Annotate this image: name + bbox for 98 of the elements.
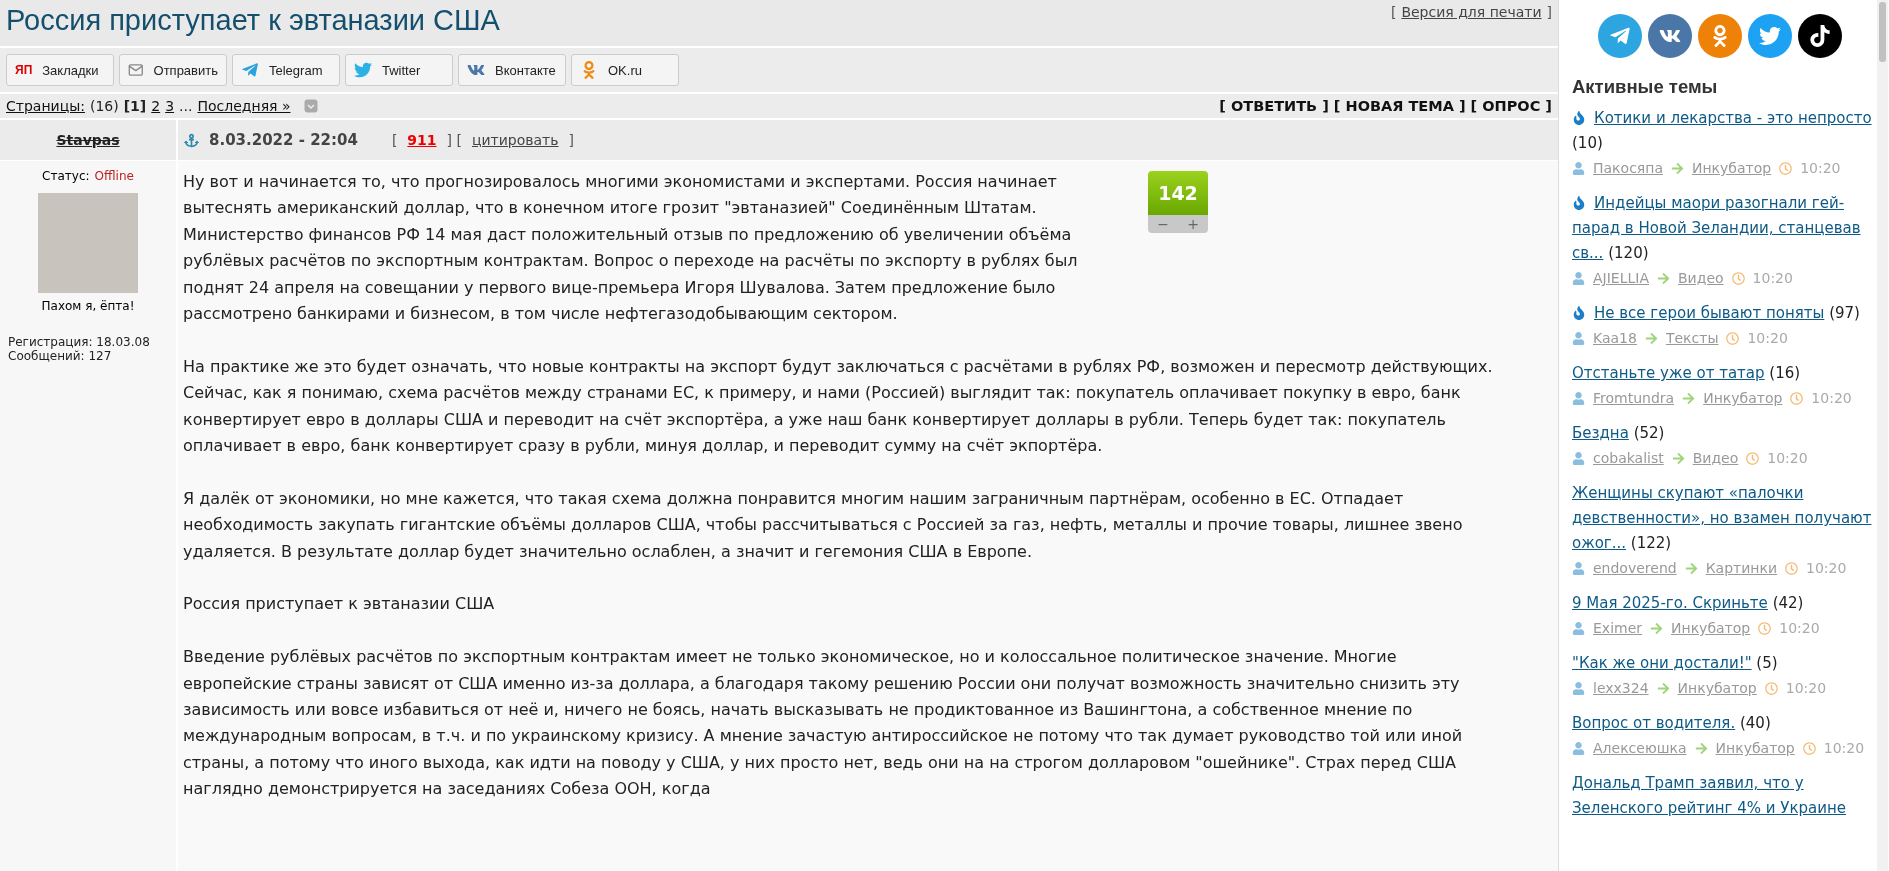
author-name[interactable]: Stavpas [56, 132, 120, 148]
arrow-icon [1644, 332, 1658, 345]
topic-link[interactable]: Женщины скупают «палочки девственности», но взамен получают ожог... (122) [1572, 481, 1877, 556]
user-icon [1572, 682, 1585, 695]
post-paragraph: Ну вот и начинается то, что прогнозировалось многими экономистами и экспертами. Россия начинает вытеснять американский доллар, что в конечном итоге грозит "эвтаназией" Соединённым Штатам. Министерство финансов РФ 14 мая даст положительный отзыв по предложению об увеличении объёма рублёвых расчётов по экспортным контрактам. Вопрос о переходе на расчёты по экспорту в рублях был поднят 24 апреля на совещании у первого вице-премьера Игоря Шувалова. Затем предложение было рассмотрено банкирами и бизнесом, в том числе нефтегазодобывающим сектором. [183, 171, 1079, 326]
post-paragraph: На практике же это будет означать, что новые контракты на экспорт будут заключаться с расчётами в рублях РФ, возможен и пересмотр действующих. Сейчас, как я понимаю, схема расчётов между странами ЕС, к примеру, и нами (Россией) выглядит так: покупатель оплачивает покупку в евро, банк конвертирует евро в доллары США и переводит на счёт экспортёра, а уже наш банк конвертирует доллары в рубли. Теперь будет так: покупатель оплачивает в евро, банк конвертирует сразу в рубли, минуя доллар, и переводит сумму на счёт экпортёра. [183, 355, 1494, 458]
dropdown-icon[interactable] [303, 99, 318, 113]
topic-title: Россия приступает к эвтаназии США [6, 4, 500, 37]
topic-link[interactable]: "Как же они достали!" (5) [1572, 651, 1877, 676]
topic-time: 10:20 [1752, 269, 1793, 288]
topic-time: 10:20 [1779, 619, 1820, 638]
topic-link[interactable]: Котики и лекарства - это непросто (10) [1572, 106, 1877, 156]
clock-icon [1726, 332, 1740, 345]
current-page: [1] [123, 98, 147, 114]
topic-link[interactable]: 9 Мая 2025-го. Скриньте (42) [1572, 591, 1877, 616]
user-icon [1572, 452, 1585, 465]
tiktok-icon[interactable] [1798, 14, 1842, 58]
user-icon [1572, 562, 1585, 575]
action-link[interactable]: [ НОВАЯ ТЕМА ] [1333, 98, 1466, 114]
topic-time: 10:20 [1785, 679, 1827, 698]
arrow-icon [1657, 272, 1670, 285]
arrow-icon [1694, 742, 1708, 755]
envelope-icon [128, 61, 144, 79]
action-link[interactable]: [ ОПРОС ] [1470, 98, 1552, 114]
user-icon [1572, 332, 1585, 345]
page-count: (16) [89, 98, 119, 114]
last-page-link[interactable]: Последняя » [197, 98, 291, 114]
ellipsis: ... [179, 98, 193, 114]
status-value: Offline [94, 169, 134, 183]
user-icon [1572, 392, 1585, 405]
clock-icon [1731, 272, 1745, 285]
twitter-icon [354, 61, 372, 79]
vote-down-button[interactable]: − [1157, 216, 1169, 232]
topic-link[interactable]: Отстаньте уже от татар (16) [1572, 361, 1877, 386]
print-version-link[interactable]: Версия для печати [1401, 4, 1542, 20]
clock-icon [1785, 562, 1799, 575]
status-label: Статус: [42, 169, 90, 183]
share-button[interactable]: ЯП Закладки [6, 54, 114, 86]
topic-time: 10:20 [1767, 449, 1808, 468]
telegram-icon [241, 61, 259, 79]
clock-icon [1790, 392, 1804, 405]
post-number-link[interactable]: 911 [407, 132, 437, 148]
arrow-icon [1671, 452, 1685, 465]
share-button[interactable]: Telegram [232, 54, 340, 86]
topic-time: 10:20 [1806, 559, 1847, 578]
clock-icon [1779, 162, 1793, 175]
post-date: 8.03.2022 - 22:04 [209, 131, 358, 149]
arrow-icon [1656, 682, 1670, 695]
clock-icon [1802, 742, 1816, 755]
topic-link[interactable]: Индейцы маори разогнали гей-парад в Новой Зеландии, станцевав св... (120) [1572, 191, 1877, 266]
arrow-icon [1650, 622, 1664, 635]
quote-link[interactable]: цитировать [471, 132, 559, 148]
arrow-icon [1684, 562, 1698, 575]
bracket: ] [568, 132, 574, 148]
user-icon [1572, 622, 1585, 635]
topic-link[interactable]: Не все герои бывают поняты (97) [1572, 301, 1877, 326]
topic-time: 10:20 [1800, 159, 1841, 178]
clock-icon [1764, 682, 1778, 695]
topic-time: 10:20 [1747, 329, 1788, 348]
post-paragraph: Я далёк от экономики, но мне кажется, что такая схема должна понравится многим нашим заграничным партнёрам, особенно в ЕС. Отпадает необходимость закупать гигантские объёмы долларов США, чтобы рассчитываться с Россией за газ, нефть, металлы и прочие товары, лишнее звено удаляется. В результате доллар будет значительно ослаблен, а значит и гегемония США в Европе. [183, 487, 1464, 563]
bracket: ] [ [446, 132, 462, 148]
topic-link[interactable]: Бездна (52) [1572, 421, 1877, 446]
user-icon [1572, 162, 1585, 175]
share-button[interactable]: Вконтакте [458, 54, 566, 86]
ok-icon[interactable] [1698, 14, 1742, 58]
user-icon [1572, 742, 1585, 755]
share-button[interactable]: Twitter [345, 54, 453, 86]
rating-value: 142 [1148, 171, 1208, 215]
telegram-icon[interactable] [1598, 14, 1642, 58]
avatar-caption: Пахом я, ёпта! [41, 299, 135, 313]
logo-icon: ЯП [15, 63, 33, 77]
pages-link[interactable]: Страницы: [6, 98, 85, 114]
bracket: ] [1546, 4, 1552, 20]
scrollbar-thumb[interactable] [1879, 2, 1886, 62]
twitter-icon[interactable] [1748, 14, 1792, 58]
arrow-icon [1682, 392, 1696, 405]
share-button[interactable]: OK.ru [571, 54, 679, 86]
clock-icon [1746, 452, 1760, 465]
section-heading: Активные темы [1572, 76, 1719, 98]
post-paragraph: Введение рублёвых расчётов по экспортным контрактам имеет не только экономическое, но и колоссальное политическое значение. Многие европейские страны зависят от США именно из-за доллара, а благодаря такому решению России они получат возможность значительно снизить эту зависимость или вовсе избавиться от неё и, ничего не боясь, начать высказывать не продиктованное из Вашингтона, а собственное мнение по международным вопросам, в т.ч. и по украинскому кризису. А мнение зачастую антироссийское не потому что так думает руководство той или иной страны, а потому что иного выхода, как идти на поводу у США, у них просто нет, ведь они на на строгом долларовом "ошейнике". Страх перед США наглядно демонстрируется на заседаниях Собеза ООН, когда [183, 646, 1464, 801]
topic-time: 10:20 [1823, 739, 1865, 758]
page-link[interactable]: 3 [165, 98, 175, 114]
message-count: Сообщений: 127 [8, 349, 113, 363]
post-paragraph: Россия приступает к эвтаназии США [183, 593, 496, 616]
clock-icon [1758, 622, 1772, 635]
topic-link[interactable]: Вопрос от водителя. (40) [1572, 711, 1877, 736]
anchor-icon[interactable] [184, 132, 199, 148]
topic-link[interactable]: Дональд Трамп заявил, что у Зеленского рейтинг 4% и Украине [1572, 771, 1877, 821]
topic-time: 10:20 [1811, 389, 1852, 408]
bracket: [ [1390, 4, 1397, 20]
registration-date: Регистрация: 18.03.08 [8, 335, 151, 349]
arrow-icon [1671, 162, 1684, 175]
bracket: [ [391, 132, 398, 148]
page-link[interactable]: 2 [151, 98, 161, 114]
vk-icon[interactable] [1648, 14, 1692, 58]
share-button[interactable]: Отправить [119, 54, 227, 86]
action-link[interactable]: [ ОТВЕТИТЬ ] [1219, 98, 1329, 114]
user-icon [1572, 272, 1585, 285]
